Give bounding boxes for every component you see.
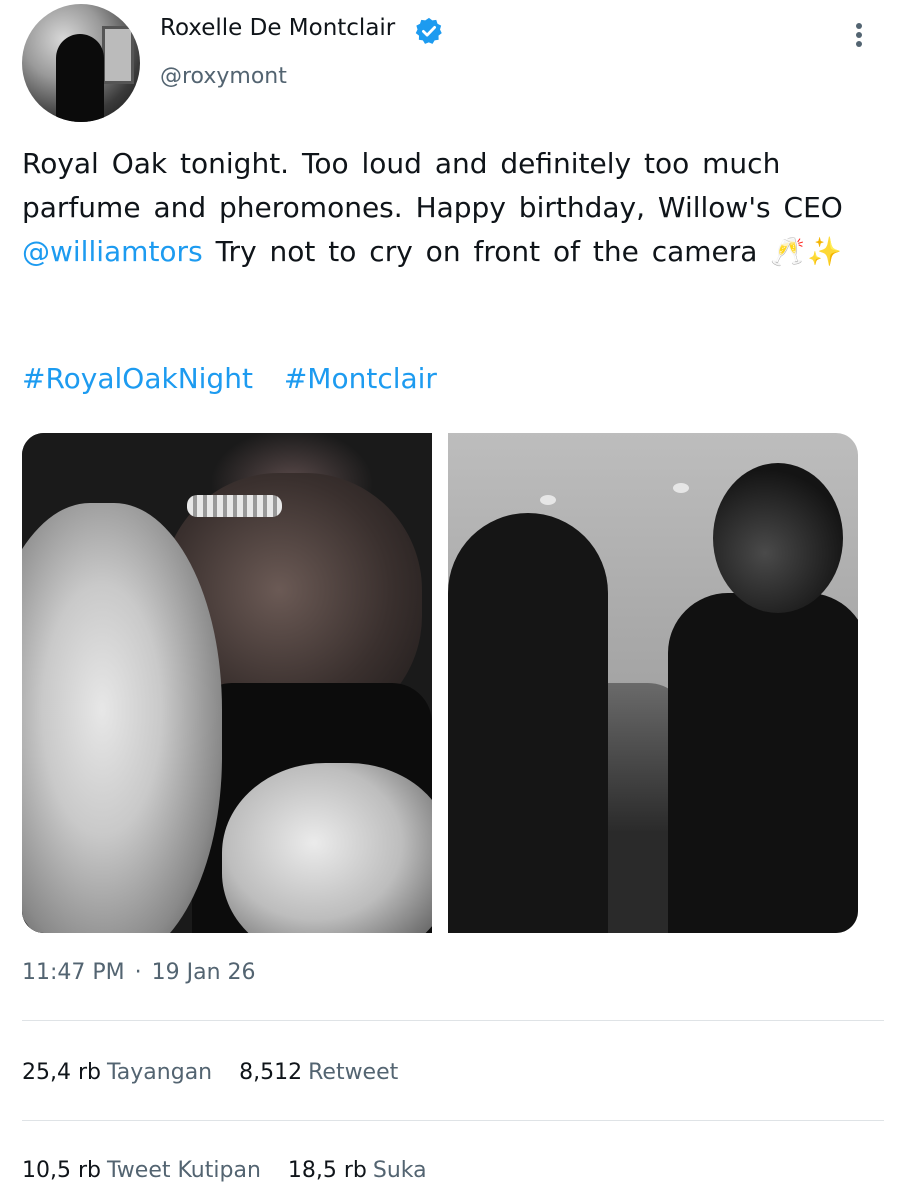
divider	[22, 1120, 884, 1121]
author-display-name[interactable]: Roxelle De Montclair	[160, 15, 395, 41]
tweet-header: Roxelle De Montclair @roxymont	[0, 0, 900, 130]
hashtag-link[interactable]: #RoyalOakNight	[22, 362, 253, 395]
verified-badge-icon	[415, 17, 442, 44]
more-vertical-icon[interactable]	[844, 20, 874, 60]
quotes-count: 10,5 rb	[22, 1158, 101, 1183]
photo-detail	[22, 503, 222, 933]
mention-link[interactable]: @williamtors	[22, 235, 203, 268]
photo-detail	[668, 593, 858, 933]
photo-detail	[713, 463, 843, 613]
retweets-count: 8,512	[239, 1060, 303, 1085]
media-grid	[22, 433, 858, 933]
tweet-text-part1: Royal Oak tonight. Too loud and definite…	[22, 147, 843, 224]
tweet-date: 19 Jan 26	[151, 960, 256, 985]
photo-couple[interactable]	[448, 433, 858, 933]
tweet-text: Royal Oak tonight. Too loud and definite…	[22, 142, 872, 274]
views-label[interactable]: Tayangan	[107, 1060, 212, 1085]
views-count: 25,4 rb	[22, 1060, 101, 1085]
tweet-time: 11:47 PM	[22, 960, 125, 985]
photo-fur-coat-woman[interactable]	[22, 433, 432, 933]
avatar-figure-detail	[56, 34, 104, 122]
author-handle[interactable]: @roxymont	[160, 64, 287, 89]
tweet-text-part2: Try not to cry on front of the camera	[202, 235, 771, 268]
retweets-label[interactable]: Retweet	[308, 1060, 398, 1085]
photo-detail	[222, 763, 432, 933]
likes-label[interactable]: Suka	[373, 1158, 427, 1183]
tweet-timestamp[interactable]: 11:47 PM · 19 Jan 26	[22, 960, 256, 985]
stats-row-quotes-likes: 10,5 rb Tweet Kutipan 18,5 rb Suka	[22, 1158, 447, 1183]
timestamp-separator: ·	[134, 960, 142, 985]
stats-row-views-retweets: 25,4 rb Tayangan 8,512 Retweet	[22, 1060, 418, 1085]
hashtag-link[interactable]: #Montclair	[284, 362, 437, 395]
likes-count: 18,5 rb	[287, 1158, 367, 1183]
hashtag-list: #RoyalOakNight #Montclair	[22, 362, 459, 395]
photo-detail	[673, 483, 689, 493]
photo-detail	[187, 495, 282, 517]
avatar-frame-detail	[102, 26, 134, 84]
quotes-label[interactable]: Tweet Kutipan	[107, 1158, 261, 1183]
divider	[22, 1020, 884, 1021]
avatar[interactable]	[22, 4, 140, 122]
champagne-sparkles-emoji: 🥂✨	[770, 235, 845, 268]
photo-detail	[448, 513, 608, 933]
photo-detail	[540, 495, 556, 505]
